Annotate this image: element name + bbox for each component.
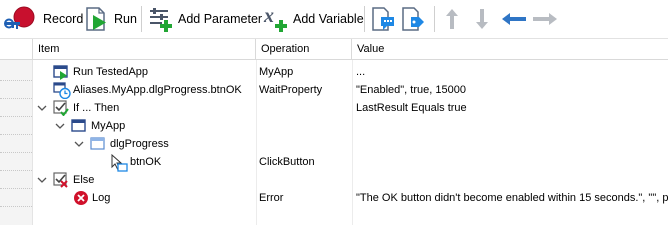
table-row[interactable]: dlgProgress xyxy=(0,135,668,153)
add-variable-icon: x xyxy=(263,6,287,32)
run-label: Run xyxy=(114,12,137,26)
toolbar-separator xyxy=(141,6,142,32)
error-icon xyxy=(73,190,89,209)
arrow-right-icon xyxy=(533,13,557,25)
add-comment-button[interactable] xyxy=(370,5,396,33)
column-header-operation[interactable]: Operation xyxy=(256,39,352,59)
move-left-button[interactable] xyxy=(500,5,528,33)
value-cell xyxy=(356,171,668,189)
operation-cell xyxy=(259,135,352,153)
value-cell: LastResult Equals true xyxy=(356,102,467,114)
grid-header: Item Operation Value xyxy=(0,39,668,60)
item-label: Log xyxy=(92,192,111,204)
gutter-header xyxy=(0,39,33,59)
run-icon xyxy=(86,7,106,31)
item-label: If ... Then xyxy=(73,102,120,114)
move-down-button[interactable] xyxy=(473,5,491,33)
value-cell: "The OK button didn't become enabled wit… xyxy=(356,192,668,204)
chevron-down-icon[interactable] xyxy=(37,103,47,116)
operation-cell xyxy=(259,117,352,135)
add-variable-label: Add Variable xyxy=(293,12,364,26)
operation-cell: MyApp xyxy=(259,66,294,78)
operation-cell xyxy=(259,171,352,189)
table-row[interactable]: Run TestedApp MyApp ... xyxy=(0,63,668,81)
table-row[interactable]: If ... Then LastResult Equals true xyxy=(0,99,668,117)
value-cell: ... xyxy=(356,66,366,78)
item-label: Aliases.MyApp.dlgProgress.btnOK xyxy=(73,84,242,96)
svg-text:x: x xyxy=(263,6,274,27)
move-right-button[interactable] xyxy=(531,5,559,33)
record-icon xyxy=(4,6,35,29)
chevron-down-icon[interactable] xyxy=(74,139,84,152)
move-up-button[interactable] xyxy=(443,5,461,33)
operation-cell xyxy=(259,99,352,117)
arrow-left-icon xyxy=(502,13,526,25)
item-label: MyApp xyxy=(91,120,126,132)
record-button[interactable]: Record xyxy=(3,5,83,33)
toolbar-separator xyxy=(434,6,435,32)
chevron-down-icon[interactable] xyxy=(37,175,47,188)
operation-cell: Error xyxy=(259,192,284,204)
table-row[interactable]: MyApp xyxy=(0,117,668,135)
value-cell xyxy=(356,135,668,153)
add-parameter-label: Add Parameter xyxy=(178,12,263,26)
add-variable-button[interactable]: x Add Variable xyxy=(263,5,364,33)
tag-button[interactable] xyxy=(400,5,426,33)
arrow-down-icon xyxy=(476,9,488,29)
record-label: Record xyxy=(43,12,84,26)
operations-grid: Item Operation Value Run TestedApp MyApp… xyxy=(0,39,668,225)
table-row[interactable]: btnOK ClickButton xyxy=(0,153,668,172)
column-header-item[interactable]: Item xyxy=(33,39,256,59)
operation-cell: WaitProperty xyxy=(259,84,323,96)
comment-icon xyxy=(372,7,394,31)
column-header-value[interactable]: Value xyxy=(352,39,668,59)
value-cell xyxy=(356,117,668,135)
tag-icon xyxy=(402,7,424,31)
operation-cell: ClickButton xyxy=(259,156,315,168)
chevron-down-icon[interactable] xyxy=(55,121,65,134)
table-row[interactable]: Else xyxy=(0,171,668,189)
table-row[interactable]: Aliases.MyApp.dlgProgress.btnOK WaitProp… xyxy=(0,81,668,100)
arrow-up-icon xyxy=(446,9,458,29)
item-label: Run TestedApp xyxy=(73,66,149,78)
item-label: btnOK xyxy=(130,156,162,168)
value-cell: "Enabled", true, 15000 xyxy=(356,84,466,96)
run-button[interactable]: Run xyxy=(84,5,137,33)
toolbar: Record Run Add Parameter x Add Variable xyxy=(0,0,668,39)
add-parameter-button[interactable]: Add Parameter xyxy=(148,5,262,33)
add-parameter-icon xyxy=(150,8,172,32)
toolbar-separator xyxy=(364,6,365,32)
item-label: dlgProgress xyxy=(110,138,169,150)
item-label: Else xyxy=(73,174,95,186)
value-cell xyxy=(356,153,668,171)
table-row[interactable]: Log Error "The OK button didn't become e… xyxy=(0,189,668,207)
